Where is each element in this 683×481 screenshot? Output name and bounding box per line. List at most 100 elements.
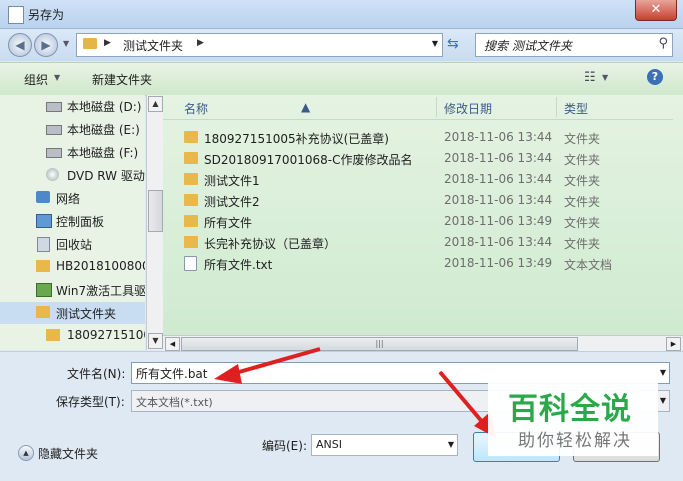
file-name: 所有文件: [204, 216, 253, 230]
navigation-bar: ◀ ▶ ▼ ▶ 测试文件夹 ▶ ▼ ⇆ 搜索 测试文件夹 ⚲: [0, 29, 683, 61]
back-button[interactable]: ◀: [8, 33, 32, 57]
breadcrumb-chevron-icon[interactable]: ▶: [197, 38, 204, 48]
folder-icon: [184, 215, 198, 227]
refresh-icon[interactable]: ⇆: [447, 36, 459, 52]
file-row[interactable]: 所有文件.txt 2018-11-06 13:49 文本文档: [163, 253, 673, 274]
sidebar-item-label: 18092715100: [67, 328, 145, 342]
encoding-label: 编码(E):: [262, 439, 307, 453]
encoding-select[interactable]: ANSI ▼: [311, 434, 458, 456]
folder-icon: [184, 173, 198, 185]
column-header-type[interactable]: 类型: [564, 100, 588, 117]
drive-icon: [46, 148, 62, 158]
close-button[interactable]: ✕: [635, 0, 677, 21]
sidebar-item-subfolder[interactable]: 18092715100: [0, 325, 145, 347]
column-divider[interactable]: [436, 97, 437, 117]
sidebar-item-hb-folder[interactable]: HB2018100800: [0, 256, 145, 278]
folder-icon: [36, 306, 50, 318]
drive-icon: [46, 125, 62, 135]
window-title: 另存为: [28, 8, 65, 22]
forward-button[interactable]: ▶: [34, 33, 58, 57]
sidebar-item-network[interactable]: 网络: [0, 187, 145, 209]
savetype-value: 文本文档(*.txt): [136, 396, 213, 409]
file-date: 2018-11-06 13:44: [444, 172, 553, 186]
scroll-up-icon[interactable]: ▲: [148, 96, 163, 112]
search-icon[interactable]: ⚲: [658, 36, 668, 51]
file-type: 文件夹: [564, 216, 601, 230]
sidebar-item-label: 本地磁盘 (F:): [67, 146, 139, 160]
column-divider[interactable]: [556, 97, 557, 117]
collapse-chevron-up-icon: ▲: [18, 445, 34, 461]
file-date: 2018-11-06 13:44: [444, 193, 553, 207]
hide-folders-label: 隐藏文件夹: [38, 447, 99, 461]
file-row[interactable]: 180927151005补充协议(已盖章) 2018-11-06 13:44 文…: [163, 127, 673, 148]
search-input[interactable]: 搜索 测试文件夹 ⚲: [475, 33, 673, 57]
sidebar-item-label: 本地磁盘 (E:): [67, 123, 140, 137]
filename-label: 文件名(N):: [67, 367, 126, 381]
watermark-logo: 百科全说 助你轻松解决: [488, 378, 658, 456]
breadcrumb-chevron-icon[interactable]: ▶: [104, 38, 111, 48]
sidebar-item-dvd[interactable]: DVD RW 驱动: [0, 164, 145, 186]
scrollbar-thumb[interactable]: |||: [181, 337, 578, 351]
file-name: 所有文件.txt: [204, 258, 273, 272]
scrollbar-thumb[interactable]: [148, 190, 163, 232]
file-row[interactable]: 测试文件2 2018-11-06 13:44 文件夹: [163, 190, 673, 211]
file-name: 180927151005补充协议(已盖章): [204, 132, 389, 146]
address-dropdown-icon[interactable]: ▼: [432, 39, 438, 48]
file-date: 2018-11-06 13:49: [444, 214, 553, 228]
filename-dropdown-icon[interactable]: ▼: [660, 368, 666, 377]
file-type: 文件夹: [564, 174, 601, 188]
recent-locations-chevron-icon[interactable]: ▼: [63, 39, 69, 48]
address-bar[interactable]: ▶ 测试文件夹 ▶ ▼: [76, 33, 443, 57]
scroll-down-icon[interactable]: ▼: [148, 333, 163, 349]
savetype-dropdown-icon[interactable]: ▼: [660, 396, 666, 405]
file-row[interactable]: 所有文件 2018-11-06 13:49 文件夹: [163, 211, 673, 232]
sidebar-item-label: 控制面板: [56, 215, 105, 229]
file-name: 测试文件2: [204, 195, 260, 209]
sidebar-item-label: Win7激活工具驱: [56, 284, 145, 298]
breadcrumb-current[interactable]: 测试文件夹: [123, 37, 183, 54]
navigation-scrollbar[interactable]: ▲ ▼: [146, 95, 163, 350]
command-toolbar: 组织 ▼ 新建文件夹 ☷ ▼ ?: [0, 62, 683, 96]
file-type: 文件夹: [564, 153, 601, 167]
file-row[interactable]: 测试文件1 2018-11-06 13:44 文件夹: [163, 169, 673, 190]
file-date: 2018-11-06 13:44: [444, 130, 553, 144]
sidebar-item-recycle-bin[interactable]: 回收站: [0, 233, 145, 255]
folder-icon: [184, 152, 198, 164]
file-row[interactable]: SD20180917001068-C作废修改品名 2018-11-06 13:4…: [163, 148, 673, 169]
organize-chevron-down-icon[interactable]: ▼: [54, 73, 60, 82]
sidebar-item-test-folder[interactable]: 测试文件夹: [0, 302, 145, 324]
view-chevron-down-icon[interactable]: ▼: [602, 73, 608, 82]
file-type: 文件夹: [564, 237, 601, 251]
column-header-row: ▲ 名称 修改日期 类型: [163, 95, 673, 120]
sidebar-item-label: 本地磁盘 (D:): [67, 100, 142, 114]
control-panel-icon: [36, 214, 52, 228]
sidebar-item-drive-f[interactable]: 本地磁盘 (F:): [0, 141, 145, 163]
encoding-dropdown-icon[interactable]: ▼: [448, 440, 454, 449]
file-name: 测试文件1: [204, 174, 260, 188]
horizontal-scrollbar[interactable]: ◀ ||| ▶: [163, 335, 683, 351]
sidebar-item-drive-d[interactable]: 本地磁盘 (D:): [0, 95, 145, 117]
scroll-left-icon[interactable]: ◀: [165, 337, 180, 351]
folder-icon: [46, 329, 60, 341]
file-type: 文件夹: [564, 132, 601, 146]
encoding-value: ANSI: [316, 438, 342, 451]
file-name: SD20180917001068-C作废修改品名: [204, 153, 413, 167]
folder-icon: [184, 194, 198, 206]
scroll-right-icon[interactable]: ▶: [666, 337, 681, 351]
sidebar-item-drive-e[interactable]: 本地磁盘 (E:): [0, 118, 145, 140]
navigation-pane: 本地磁盘 (D:) 本地磁盘 (E:) 本地磁盘 (F:) DVD RW 驱动 …: [0, 95, 145, 350]
filename-value: 所有文件.bat: [136, 367, 208, 381]
file-date: 2018-11-06 13:44: [444, 151, 553, 165]
watermark-subtitle: 助你轻松解决: [518, 431, 632, 451]
help-icon[interactable]: ?: [647, 69, 663, 85]
column-header-name[interactable]: 名称: [184, 100, 208, 117]
column-header-date[interactable]: 修改日期: [444, 100, 492, 117]
sidebar-item-win7-tool[interactable]: Win7激活工具驱: [0, 279, 145, 301]
file-row[interactable]: 长完补充协议（已盖章） 2018-11-06 13:44 文件夹: [163, 232, 673, 253]
sidebar-item-control-panel[interactable]: 控制面板: [0, 210, 145, 232]
organize-button[interactable]: 组织: [24, 71, 48, 88]
folder-icon: [184, 131, 198, 143]
view-options-icon[interactable]: ☷: [584, 70, 596, 85]
new-folder-button[interactable]: 新建文件夹: [92, 71, 152, 88]
network-icon: [36, 191, 50, 203]
